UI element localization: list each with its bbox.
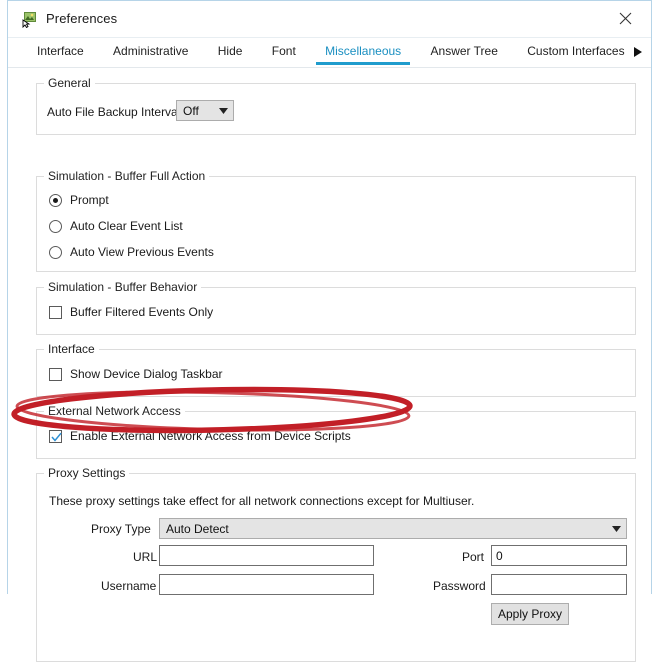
close-button[interactable] bbox=[603, 1, 647, 35]
tab-custom-interfaces[interactable]: Custom Interfaces bbox=[514, 38, 637, 65]
tab-hide[interactable]: Hide bbox=[205, 38, 256, 65]
tab-font[interactable]: Font bbox=[259, 38, 309, 65]
tab-scroll-right-button[interactable] bbox=[629, 41, 647, 63]
radio-indicator bbox=[49, 245, 62, 259]
tab-strip: Interface Administrative Hide Font Misce… bbox=[8, 38, 651, 68]
group-external-network-access: External Network Access Enable External … bbox=[36, 404, 636, 459]
proxy-type-combo[interactable]: Auto Detect bbox=[159, 518, 627, 539]
radio-indicator bbox=[49, 219, 62, 233]
username-label: Username bbox=[101, 579, 157, 593]
backup-interval-value: Off bbox=[183, 103, 199, 118]
checkbox-indicator bbox=[49, 429, 62, 443]
port-label: Port bbox=[462, 550, 485, 564]
group-general: General Auto File Backup Interval Off bbox=[36, 76, 636, 135]
checkbox-indicator bbox=[49, 367, 62, 381]
checkbox-show-device-dialog-taskbar[interactable]: Show Device Dialog Taskbar bbox=[49, 367, 223, 381]
username-input[interactable] bbox=[159, 574, 374, 595]
group-buffer-full-action: Simulation - Buffer Full Action Prompt A… bbox=[36, 169, 636, 272]
tab-answer-tree[interactable]: Answer Tree bbox=[418, 38, 511, 65]
radio-auto-view-previous-events-label: Auto View Previous Events bbox=[70, 245, 214, 259]
app-icon bbox=[21, 11, 38, 29]
backup-interval-combo[interactable]: Off bbox=[176, 100, 234, 121]
checkbox-buffer-filtered-events-only-label: Buffer Filtered Events Only bbox=[70, 305, 214, 319]
tab-miscellaneous[interactable]: Miscellaneous bbox=[312, 38, 414, 65]
checkbox-buffer-filtered-events-only[interactable]: Buffer Filtered Events Only bbox=[49, 305, 213, 319]
group-buffer-behavior: Simulation - Buffer Behavior Buffer Filt… bbox=[36, 280, 636, 335]
tab-interface[interactable]: Interface bbox=[24, 38, 97, 65]
chevron-down-icon bbox=[213, 107, 233, 114]
checkbox-show-device-dialog-taskbar-label: Show Device Dialog Taskbar bbox=[70, 367, 223, 381]
group-buffer-behavior-title: Simulation - Buffer Behavior bbox=[44, 280, 202, 294]
proxy-note: These proxy settings take effect for all… bbox=[49, 494, 475, 508]
title-bar: Preferences bbox=[8, 1, 651, 38]
backup-interval-label: Auto File Backup Interval bbox=[47, 105, 181, 119]
preferences-window: Preferences Interface Administrative Hid… bbox=[7, 0, 652, 662]
checkbox-enable-external-network-access[interactable]: Enable External Network Access from Devi… bbox=[49, 429, 351, 443]
group-general-title: General bbox=[44, 76, 95, 90]
url-label: URL bbox=[133, 550, 158, 564]
checkbox-enable-external-network-access-label: Enable External Network Access from Devi… bbox=[70, 429, 351, 443]
group-proxy-settings-title: Proxy Settings bbox=[44, 466, 130, 480]
radio-prompt-label: Prompt bbox=[70, 193, 109, 207]
password-input[interactable] bbox=[491, 574, 627, 595]
triangle-right-icon bbox=[634, 47, 642, 57]
tab-administrative[interactable]: Administrative bbox=[100, 38, 201, 65]
group-external-network-access-title: External Network Access bbox=[44, 404, 185, 418]
radio-auto-clear-event-list-label: Auto Clear Event List bbox=[70, 219, 183, 233]
proxy-type-value: Auto Detect bbox=[166, 521, 229, 536]
group-proxy-settings: Proxy Settings These proxy settings take… bbox=[36, 466, 636, 662]
group-buffer-full-action-title: Simulation - Buffer Full Action bbox=[44, 169, 210, 183]
check-icon bbox=[51, 432, 62, 442]
port-input[interactable] bbox=[491, 545, 627, 566]
password-label: Password bbox=[433, 579, 486, 593]
radio-prompt[interactable]: Prompt bbox=[49, 193, 109, 207]
radio-auto-view-previous-events[interactable]: Auto View Previous Events bbox=[49, 245, 214, 259]
checkbox-indicator bbox=[49, 305, 62, 319]
chevron-down-icon bbox=[606, 525, 626, 532]
group-interface: Interface Show Device Dialog Taskbar bbox=[36, 342, 636, 397]
apply-proxy-button[interactable]: Apply Proxy bbox=[491, 603, 569, 625]
radio-auto-clear-event-list[interactable]: Auto Clear Event List bbox=[49, 219, 183, 233]
url-input[interactable] bbox=[159, 545, 374, 566]
proxy-type-label: Proxy Type bbox=[91, 522, 151, 536]
radio-indicator bbox=[49, 193, 62, 207]
window-title: Preferences bbox=[46, 11, 118, 26]
group-interface-title: Interface bbox=[44, 342, 99, 356]
